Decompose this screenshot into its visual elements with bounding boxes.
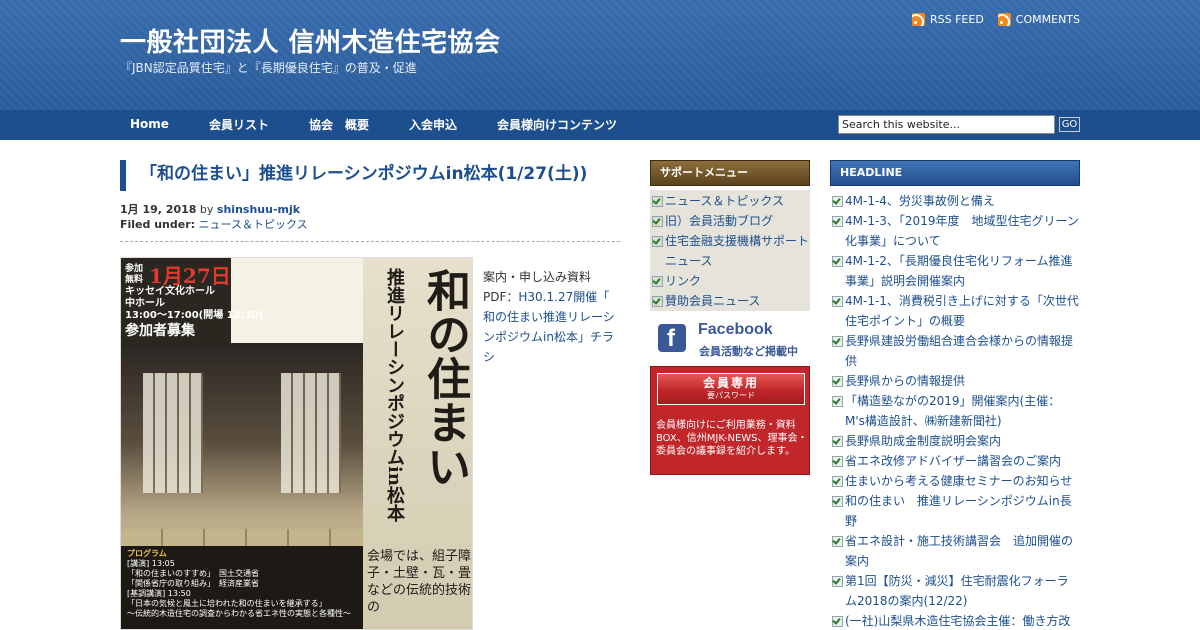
headline-item[interactable]: (一社)山梨県木造住宅協会主催：働き方改 bbox=[830, 611, 1080, 630]
post-author[interactable]: shinshuu-mjk bbox=[217, 203, 300, 216]
flyer-venue: キッセイ文化ホール 中ホール 13:00～17:00(開場 12:30) bbox=[125, 286, 264, 321]
facebook-icon bbox=[658, 324, 686, 353]
flyer-program-line: 「関係省庁の取り組み」 経済産業省 bbox=[127, 579, 259, 588]
support-item-news[interactable]: ニュース＆トピックス bbox=[650, 191, 810, 211]
headline-item[interactable]: 省エネ改修アドバイザー講習会のご案内 bbox=[830, 451, 1080, 471]
rss-icon bbox=[997, 13, 1011, 26]
member-only-box: 会員専用 要パスワード 会員様向けにご利用業務・資料BOX、信州MJK-NEWS… bbox=[650, 366, 810, 475]
site-title[interactable]: 一般社団法人 信州木造住宅協会 bbox=[120, 22, 501, 59]
headline-item[interactable]: 和の住まい 推進リレーシンポジウムin長野 bbox=[830, 491, 1080, 531]
flyer-program-line: [講演] 13:05 bbox=[127, 559, 175, 568]
filed-under-label: Filed under: bbox=[120, 218, 196, 231]
post-divider bbox=[120, 241, 620, 242]
member-button-sub: 要パスワード bbox=[707, 391, 755, 400]
flyer-venue-text: 会場では、組子障子・土壁・瓦・畳などの伝統的技術の bbox=[367, 549, 472, 615]
nav-item-member-list[interactable]: 会員リスト bbox=[199, 110, 279, 140]
comments-feed-label: COMMENTS bbox=[1015, 13, 1080, 26]
member-button-label: 会員専用 bbox=[702, 376, 759, 390]
flyer-program-line: ～伝統的木造住宅の調査からわかる省エネ性の実態と各種性～ bbox=[127, 609, 351, 618]
rss-feed-label: RSS FEED bbox=[929, 13, 984, 26]
post-category-link[interactable]: ニュース＆トピックス bbox=[199, 218, 308, 231]
flyer-program-line: [基調講演] 13:50 bbox=[127, 589, 191, 598]
flyer-program-line: 「和の住まいのすすめ」 国土交通省 bbox=[127, 569, 259, 578]
symposium-flyer-image[interactable]: 参加 無料 1月27日 キッセイ文化ホール 中ホール 13:00～17:00(開… bbox=[120, 257, 473, 630]
nav-item-member-content[interactable]: 会員様向けコンテンツ bbox=[487, 110, 627, 140]
flyer-date: 1月27日 bbox=[149, 264, 231, 288]
search-go-button[interactable]: GO bbox=[1059, 117, 1080, 132]
site-tagline: 『JBN認定品質住宅』と『長期優良住宅』の普及・促進 bbox=[120, 61, 417, 75]
flyer-main-title: 和の住まい bbox=[419, 268, 470, 488]
support-item-sponsor-news[interactable]: 賛助会員ニュース bbox=[650, 291, 810, 311]
headline-item[interactable]: 長野県建設労働組合連合会様からの情報提供 bbox=[830, 331, 1080, 371]
nav-item-about[interactable]: 協会 概要 bbox=[299, 110, 379, 140]
support-item-old-blog[interactable]: 旧）会員活動ブログ bbox=[650, 211, 810, 231]
post-date: 1月 19, 2018 bbox=[120, 203, 197, 216]
flyer-program-label: プログラム bbox=[127, 549, 167, 558]
headline-item[interactable]: 4M-1-2、「長期優良住宅化リフォーム推進事業」説明会開催案内 bbox=[830, 251, 1080, 291]
headline-item[interactable]: 長野県からの情報提供 bbox=[830, 371, 1080, 391]
post-title[interactable]: 「和の住まい」推進リレーシンポジウムin松本(1/27(土)) bbox=[140, 160, 620, 188]
member-description: 会員様向けにご利用業務・資料BOX、信州MJK-NEWS、理事会・委員会の議事録… bbox=[656, 420, 808, 457]
headline-item[interactable]: 4M-1-3、「2019年度 地域型住宅グリーン化事業」について bbox=[830, 211, 1080, 251]
post-title-block: 「和の住まい」推進リレーシンポジウムin松本(1/27(土)) bbox=[120, 160, 620, 191]
member-login-button[interactable]: 会員専用 要パスワード bbox=[657, 373, 805, 405]
comments-feed-link[interactable]: COMMENTS bbox=[997, 13, 1080, 26]
post-body: 案内・申し込み資料 PDF：H30.1.27開催「 和の住まい推進リレーシンポジ… bbox=[483, 267, 623, 367]
headline-item[interactable]: 省エネ設計・施工技術講習会 追加開催の案内 bbox=[830, 531, 1080, 571]
headline-item[interactable]: 住まいから考える健康セミナーのお知らせ bbox=[830, 471, 1080, 491]
headline-heading: HEADLINE bbox=[830, 160, 1080, 186]
nav-item-join[interactable]: 入会申込 bbox=[399, 110, 467, 140]
flyer-recruit: 参加者募集 bbox=[125, 323, 195, 339]
headline-item[interactable]: 第1回【防災・減災】住宅耐震化フォーラム2018の案内(12/22) bbox=[830, 571, 1080, 611]
facebook-subtitle: 会員活動など掲載中 bbox=[699, 345, 798, 358]
headline-item[interactable]: 4M-1-1、消費税引き上げに対する「次世代住宅ポイント」の概要 bbox=[830, 291, 1080, 331]
pdf-label: PDF： bbox=[483, 290, 519, 304]
support-item-links[interactable]: リンク bbox=[650, 271, 810, 291]
headline-list: 4M-1-4、労災事故例と備え 4M-1-3、「2019年度 地域型住宅グリーン… bbox=[830, 191, 1080, 630]
flyer-shoji-window bbox=[281, 373, 341, 493]
search-input[interactable] bbox=[838, 115, 1055, 134]
headline-item[interactable]: 4M-1-4、労災事故例と備え bbox=[830, 191, 1080, 211]
rss-icon bbox=[911, 13, 925, 26]
feed-links: RSS FEED COMMENTS bbox=[911, 13, 1080, 26]
post-meta: 1月 19, 2018 by shinshuu-mjk Filed under:… bbox=[120, 202, 308, 232]
rss-feed-link[interactable]: RSS FEED bbox=[911, 13, 984, 26]
post-by: by bbox=[199, 203, 214, 216]
nav-item-home[interactable]: Home bbox=[120, 110, 179, 140]
flyer-free-label: 参加 無料 bbox=[125, 264, 144, 285]
flyer-program: プログラム [講演] 13:05 「和の住まいのすすめ」 国土交通省 「関係省庁… bbox=[121, 546, 363, 629]
facebook-title: Facebook bbox=[698, 321, 773, 338]
facebook-banner[interactable]: Facebook 会員活動など掲載中 bbox=[650, 316, 810, 362]
post-intro-text: 案内・申し込み資料 bbox=[483, 270, 592, 284]
flyer-sub-title: 推進リレーシンポジウムin松本 bbox=[384, 268, 405, 522]
support-item-jhf-news[interactable]: 住宅金融支援機構サポートニュース bbox=[650, 231, 810, 271]
support-menu: ニュース＆トピックス 旧）会員活動ブログ 住宅金融支援機構サポートニュース リン… bbox=[650, 190, 810, 311]
flyer-program-line: 「日本の気候と風土に培われた和の住まいを継承する」 bbox=[127, 599, 327, 608]
headline-item[interactable]: 「構造塾ながの2019」開催案内(主催：M's構造設計、㈱新建新聞社) bbox=[830, 391, 1080, 431]
headline-item[interactable]: 長野県助成金制度説明会案内 bbox=[830, 431, 1080, 451]
support-menu-heading: サポートメニュー bbox=[650, 160, 810, 186]
flyer-shoji-window bbox=[143, 373, 203, 493]
